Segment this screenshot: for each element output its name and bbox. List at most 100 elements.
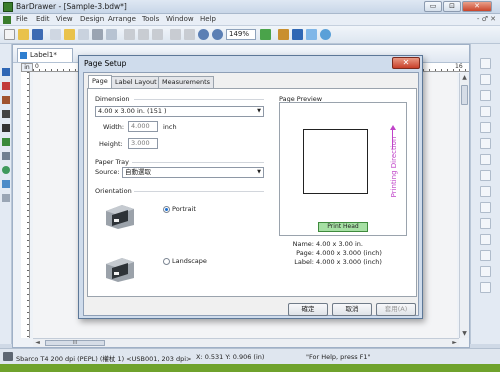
open-icon[interactable] (18, 29, 29, 40)
paste-icon[interactable] (152, 29, 163, 40)
align-left-icon[interactable] (480, 58, 491, 69)
save-icon[interactable] (32, 29, 43, 40)
print-setup-icon[interactable] (50, 29, 61, 40)
menu-edit[interactable]: Edit (36, 15, 50, 23)
source-label: Source: (95, 168, 120, 176)
send-back-icon[interactable] (480, 250, 491, 261)
preview-label-row: Label: 4.000 x 3.000 (inch) (288, 258, 382, 266)
label-doc-icon (20, 52, 27, 59)
status-coordinates: X: 0.531 Y: 0.906 (in) (196, 353, 265, 361)
center-horizontal-icon[interactable] (480, 202, 491, 213)
document-tab[interactable]: Label1* (17, 48, 73, 62)
left-toolbox (0, 44, 12, 344)
dialog-close-button[interactable]: ✕ (392, 57, 420, 69)
zoom-in-icon[interactable] (198, 29, 209, 40)
barcode-icon[interactable] (278, 29, 289, 40)
print-preview-icon[interactable] (106, 29, 117, 40)
vertical-scroll-thumb[interactable] (461, 85, 468, 105)
same-height-icon[interactable] (480, 170, 491, 181)
group-icon[interactable] (480, 282, 491, 293)
landscape-label: Landscape (172, 257, 207, 265)
lock-icon[interactable] (480, 266, 491, 277)
menu-view[interactable]: View (56, 15, 73, 23)
new-icon[interactable] (4, 29, 15, 40)
shape-tool-icon[interactable] (2, 194, 10, 202)
maximize-button[interactable]: ⊡ (443, 1, 461, 12)
menu-design[interactable]: Design (80, 15, 104, 23)
select-tool-icon[interactable] (2, 68, 10, 76)
undo-icon[interactable] (170, 29, 181, 40)
rectangle-tool-icon[interactable] (2, 152, 10, 160)
landscape-radio[interactable] (163, 258, 170, 265)
menu-tools[interactable]: Tools (142, 15, 159, 23)
ruler-unit[interactable]: in (21, 63, 33, 72)
cut-icon[interactable] (124, 29, 135, 40)
menu-file[interactable]: File (16, 15, 28, 23)
menu-help[interactable]: Help (200, 15, 216, 23)
view-icon[interactable] (306, 29, 317, 40)
window-title: BarDrawer - [Sample-3.bdw*] (16, 2, 127, 11)
vertical-scrollbar[interactable]: ▲ ▼ (459, 73, 469, 338)
scroll-up-icon[interactable]: ▲ (460, 73, 469, 82)
same-width-icon[interactable] (480, 154, 491, 165)
ellipse-tool-icon[interactable] (2, 166, 10, 174)
page-key: Page: (296, 249, 314, 257)
align-bottom-icon[interactable] (480, 138, 491, 149)
barcode-tool-icon[interactable] (2, 110, 10, 118)
portrait-radio[interactable] (163, 206, 170, 213)
source-select[interactable]: 自動選取 ▼ (122, 167, 264, 178)
printer-icon-toolbar[interactable] (92, 29, 103, 40)
cancel-button[interactable]: 取消 (332, 303, 372, 316)
2d-barcode-tool-icon[interactable] (2, 124, 10, 132)
text-tool-icon[interactable] (2, 82, 10, 90)
zoom-select[interactable]: 149% (226, 29, 256, 40)
align-center-icon[interactable] (480, 74, 491, 85)
portrait-label: Portrait (172, 205, 196, 213)
menu-arrange[interactable]: Arrange (108, 15, 136, 23)
scroll-right-icon[interactable]: ► (450, 339, 459, 347)
ok-button[interactable]: 確定 (288, 303, 328, 316)
scroll-down-icon[interactable]: ▼ (460, 329, 469, 338)
paragraph-tool-icon[interactable] (2, 96, 10, 104)
doc-icon (3, 16, 11, 24)
copy-icon[interactable] (138, 29, 149, 40)
image-tool-icon[interactable] (2, 180, 10, 188)
height-input[interactable]: 3.000 (128, 138, 158, 149)
table-icon[interactable] (292, 29, 303, 40)
redo-icon[interactable] (184, 29, 195, 40)
page-icon[interactable] (78, 29, 89, 40)
dimension-label: Dimension (95, 95, 130, 103)
align-middle-icon[interactable] (480, 122, 491, 133)
mdi-controls[interactable]: - ♂ ✕ (477, 15, 496, 23)
grid-icon[interactable] (260, 29, 271, 40)
orientation-label: Orientation (95, 187, 132, 195)
horizontal-scroll-thumb[interactable]: III (45, 340, 105, 346)
minimize-button[interactable]: ▭ (424, 1, 442, 12)
scroll-left-icon[interactable]: ◄ (33, 339, 42, 347)
portrait-printer-icon (106, 205, 134, 229)
zoom-out-icon[interactable] (212, 29, 223, 40)
label-icon[interactable] (64, 29, 75, 40)
dimension-select[interactable]: 4.00 x 3.00 in. (151 ) ▼ (95, 106, 264, 117)
paper-tray-separator (132, 162, 264, 163)
align-top-icon[interactable] (480, 106, 491, 117)
width-unit: inch (163, 123, 177, 131)
tab-label-layout[interactable]: Label Layout (111, 76, 161, 88)
apply-button[interactable]: 套用(A) (376, 303, 416, 316)
close-button[interactable]: ✕ (462, 1, 492, 12)
tab-page[interactable]: Page (88, 75, 112, 88)
center-vertical-icon[interactable] (480, 218, 491, 229)
horizontal-scrollbar[interactable]: ◄ III ► (33, 338, 459, 347)
title-bar: BarDrawer - [Sample-3.bdw*] ▭ ⊡ ✕ (0, 0, 500, 14)
width-input[interactable]: 4.000 (128, 121, 158, 132)
tab-measurements[interactable]: Measurements (158, 76, 215, 88)
menu-bar: File Edit View Design Arrange Tools Wind… (0, 14, 500, 26)
bring-front-icon[interactable] (480, 234, 491, 245)
menu-window[interactable]: Window (166, 15, 194, 23)
line-tool-icon[interactable] (2, 138, 10, 146)
distribute-icon[interactable] (480, 186, 491, 197)
align-right-icon[interactable] (480, 90, 491, 101)
label-preview-rect (303, 129, 368, 194)
database-icon[interactable] (320, 29, 331, 40)
page-tab-panel: Dimension 4.00 x 3.00 in. (151 ) ▼ Width… (87, 88, 417, 297)
